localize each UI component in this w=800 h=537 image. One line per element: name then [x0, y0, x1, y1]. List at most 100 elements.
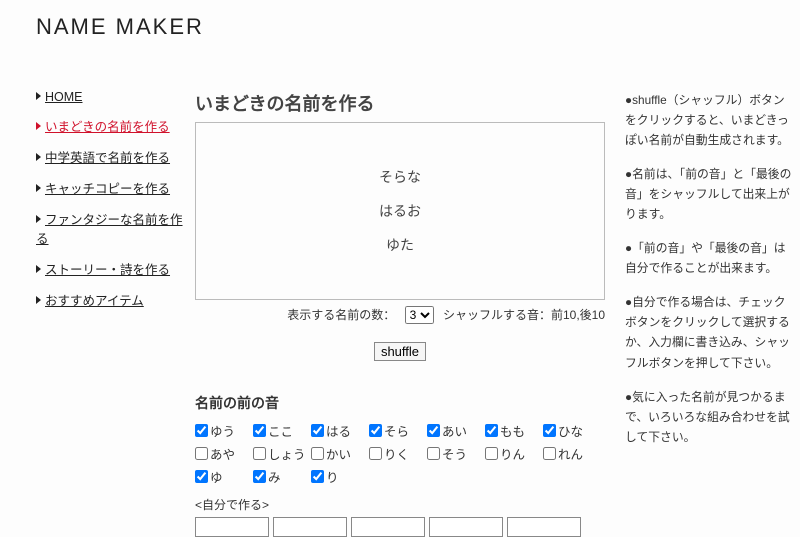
chevron-right-icon — [36, 122, 41, 130]
sound-label: りん — [500, 444, 525, 463]
help-paragraph: ●気に入った名前が見つかるまで、いろいろな組み合わせを試して下さい。 — [625, 387, 795, 447]
sound-label: あい — [442, 421, 467, 440]
sidebar-item-4[interactable]: ファンタジーな名前を作る — [36, 209, 187, 247]
count-controls: 表示する名前の数： 3 シャッフルする音：前10,後10 — [195, 306, 605, 324]
sound-checkbox[interactable] — [195, 470, 208, 483]
sound-option[interactable]: そう — [427, 444, 483, 463]
sidebar: HOME いまどきの名前を作る中学英語で名前を作るキャッチコピーを作るファンタジー… — [0, 90, 195, 321]
help-paragraph: ●名前は、「前の音」と「最後の音」をシャッフルして出来上がります。 — [625, 164, 795, 224]
custom-sound-input[interactable] — [273, 517, 347, 537]
front-sounds-grid: ゆう ここ はる そら あい もも ひなあや しょう かい りく そう りん れんゆ み り — [195, 421, 605, 486]
sound-option[interactable]: あい — [427, 421, 483, 440]
sound-option[interactable]: み — [253, 467, 309, 486]
custom-inputs-row — [195, 517, 605, 537]
sound-checkbox[interactable] — [253, 470, 266, 483]
generated-name: そらな — [196, 167, 604, 187]
sound-option[interactable]: しょう — [253, 444, 309, 463]
sound-checkbox[interactable] — [253, 424, 266, 437]
sidebar-item-5[interactable]: ストーリー・詩を作る — [36, 259, 187, 278]
sidebar-link[interactable]: いまどきの名前を作る — [45, 120, 170, 134]
sound-option[interactable]: ひな — [543, 421, 599, 440]
sound-label: み — [268, 467, 281, 486]
sound-label: り — [326, 467, 339, 486]
page-title: いまどきの名前を作る — [195, 90, 605, 116]
help-paragraph: ●「前の音」や「最後の音」は自分で作ることが出来ます。 — [625, 238, 795, 278]
sound-label: ここ — [268, 421, 293, 440]
sound-checkbox[interactable] — [427, 424, 440, 437]
chevron-right-icon — [36, 296, 41, 304]
sound-checkbox[interactable] — [427, 447, 440, 460]
count-label: 表示する名前の数： — [287, 308, 395, 322]
chevron-right-icon — [36, 184, 41, 192]
sound-label: もも — [500, 421, 525, 440]
sound-checkbox[interactable] — [311, 424, 324, 437]
custom-sound-input[interactable] — [507, 517, 581, 537]
sound-checkbox[interactable] — [311, 447, 324, 460]
custom-make-label: <自分で作る> — [195, 496, 605, 513]
sound-option[interactable]: はる — [311, 421, 367, 440]
sound-checkbox[interactable] — [369, 447, 382, 460]
chevron-right-icon — [36, 265, 41, 273]
sound-option[interactable]: もも — [485, 421, 541, 440]
sidebar-link[interactable]: ストーリー・詩を作る — [45, 263, 170, 277]
sound-option[interactable]: ここ — [253, 421, 309, 440]
generated-name: ゆた — [196, 235, 604, 255]
sound-option[interactable]: りく — [369, 444, 425, 463]
sound-checkbox[interactable] — [485, 447, 498, 460]
chevron-right-icon — [36, 215, 41, 223]
sound-checkbox[interactable] — [253, 447, 266, 460]
sidebar-item-1[interactable]: いまどきの名前を作る — [36, 116, 187, 135]
header: NAME MAKER — [0, 0, 800, 50]
sound-checkbox[interactable] — [485, 424, 498, 437]
custom-sound-input[interactable] — [429, 517, 503, 537]
sound-label: れん — [558, 444, 583, 463]
sound-option[interactable]: り — [311, 467, 367, 486]
custom-sound-input[interactable] — [195, 517, 269, 537]
chevron-right-icon — [36, 92, 41, 100]
generated-names-box: そらなはるおゆた — [195, 122, 605, 300]
sound-option[interactable]: ゆ — [195, 467, 251, 486]
sound-checkbox[interactable] — [543, 447, 556, 460]
sound-option[interactable]: かい — [311, 444, 367, 463]
sound-option[interactable]: ゆう — [195, 421, 251, 440]
generated-name: はるお — [196, 201, 604, 221]
sidebar-link[interactable]: HOME — [45, 90, 83, 104]
sidebar-item-6[interactable]: おすすめアイテム — [36, 290, 187, 309]
sound-label: はる — [326, 421, 351, 440]
sound-label: ゆ — [210, 467, 223, 486]
help-paragraph: ●自分で作る場合は、チェックボタンをクリックして選択するか、入力欄に書き込み、シ… — [625, 292, 795, 372]
sound-label: りく — [384, 444, 409, 463]
sound-label: しょう — [268, 444, 306, 463]
sidebar-link[interactable]: ファンタジーな名前を作る — [36, 213, 183, 246]
sound-checkbox[interactable] — [543, 424, 556, 437]
chevron-right-icon — [36, 153, 41, 161]
sidebar-item-2[interactable]: 中学英語で名前を作る — [36, 147, 187, 166]
sound-label: ひな — [558, 421, 583, 440]
sidebar-link[interactable]: 中学英語で名前を作る — [45, 151, 170, 165]
sidebar-item-0[interactable]: HOME — [36, 90, 187, 104]
sound-option[interactable]: りん — [485, 444, 541, 463]
sound-label: そう — [442, 444, 467, 463]
sound-label: ゆう — [210, 421, 235, 440]
main-content: いまどきの名前を作る そらなはるおゆた 表示する名前の数： 3 シャッフルする音… — [195, 90, 615, 537]
front-sounds-heading: 名前の前の音 — [195, 393, 605, 413]
sidebar-link[interactable]: キャッチコピーを作る — [45, 182, 170, 196]
site-logo: NAME MAKER — [36, 14, 204, 39]
sidebar-item-3[interactable]: キャッチコピーを作る — [36, 178, 187, 197]
shuffle-info: シャッフルする音：前10,後10 — [443, 308, 605, 322]
shuffle-button[interactable]: shuffle — [374, 342, 426, 361]
sound-label: そら — [384, 421, 409, 440]
sound-option[interactable]: あや — [195, 444, 251, 463]
sound-label: かい — [326, 444, 351, 463]
custom-sound-input[interactable] — [351, 517, 425, 537]
sound-checkbox[interactable] — [195, 424, 208, 437]
count-select[interactable]: 3 — [405, 306, 434, 324]
help-paragraph: ●shuffle（シャッフル）ボタンをクリックすると、いまどきっぽい名前が自動生… — [625, 90, 795, 150]
sound-checkbox[interactable] — [195, 447, 208, 460]
sidebar-link[interactable]: おすすめアイテム — [45, 294, 144, 308]
sound-checkbox[interactable] — [369, 424, 382, 437]
sound-option[interactable]: れん — [543, 444, 599, 463]
sound-label: あや — [210, 444, 235, 463]
sound-option[interactable]: そら — [369, 421, 425, 440]
sound-checkbox[interactable] — [311, 470, 324, 483]
